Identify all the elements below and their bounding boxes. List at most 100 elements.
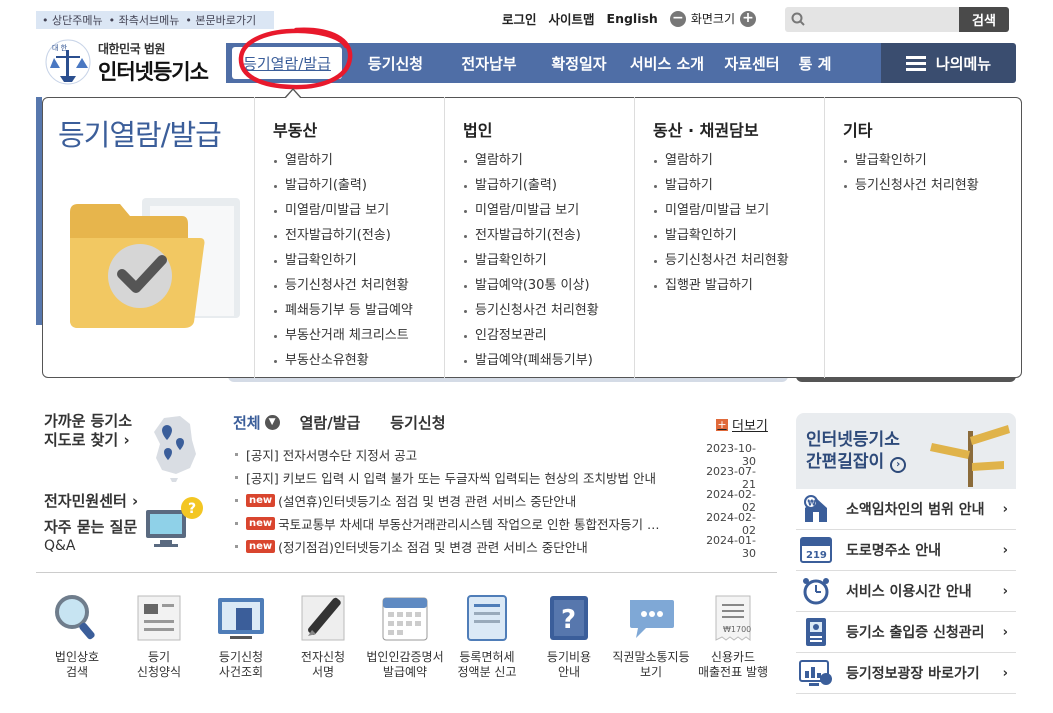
notice-row[interactable]: new 국토교통부 차세대 부동산거래관리시스템 작업으로 인한 통합전자등기 ……	[233, 511, 756, 537]
zoom-out-icon[interactable]: −	[669, 10, 686, 27]
notice-row[interactable]: new (설연휴)인터넷등기소 점검 및 변경 관련 서비스 중단안내 2024-0…	[233, 488, 756, 514]
menu-link[interactable]: 미열람/미발급 보기	[653, 201, 824, 226]
hamburger-icon	[905, 55, 926, 71]
menu-link[interactable]: 발급예약(30통 이상)	[463, 276, 634, 301]
highlight-circle	[238, 27, 353, 90]
quick-registry-forms[interactable]: 등기 신청양식	[118, 592, 200, 680]
right-link-service-hours[interactable]: 서비스 이용시간 안내 ›	[796, 571, 1016, 612]
menu-column-corporation: 법인 열람하기 발급하기(출력) 미열람/미발급 보기 전자발급하기(전송) 발…	[444, 97, 634, 378]
easy-guide-banner[interactable]: 인터넷등기소 간편길잡이 ›	[796, 413, 1016, 489]
chevron-right-icon: ›	[1002, 583, 1008, 599]
menu-link[interactable]: 전자발급하기(전송)	[273, 226, 444, 251]
svg-text:219: 219	[806, 550, 827, 561]
menu-link[interactable]: 전자발급하기(전송)	[463, 226, 634, 251]
menu-link[interactable]: 발급하기	[653, 176, 824, 201]
menu-link[interactable]: 폐쇄등기부 등 발급예약	[273, 301, 444, 326]
nav-item-service-intro[interactable]: 서비스 소개	[623, 43, 711, 83]
menu-link[interactable]: 미열람/미발급 보기	[463, 201, 634, 226]
menu-link[interactable]: 등기신청사건 처리현황	[273, 276, 444, 301]
right-link-small-tenant[interactable]: ₩ 소액임차인의 범위 안내 ›	[796, 489, 1016, 530]
quick-e-signature[interactable]: 전자신청 서명	[282, 592, 364, 680]
notice-list: [공지] 전자서명수단 지정서 공고 2023-10-30 [공지] 키보드 입력…	[233, 442, 756, 560]
nav-item-registry-apply[interactable]: 등기신청	[348, 43, 443, 83]
menu-link[interactable]: 등기신청사건 처리현황	[463, 301, 634, 326]
menu-link[interactable]: 등기신청사건 처리현황	[843, 176, 1020, 201]
chevron-right-icon: ›	[123, 431, 130, 449]
my-menu-button[interactable]: 나의메뉴	[881, 43, 1016, 83]
menu-column-etc: 기타 발급확인하기 등기신청사건 처리현황	[824, 97, 1020, 378]
notice-row[interactable]: [공지] 키보드 입력 시 입력 불가 또는 두글자씩 입력되는 현상의 조치방…	[233, 465, 756, 491]
notice-row[interactable]: new (정기점검)인터넷등기소 점검 및 변경 관련 서비스 중단안내 2024-…	[233, 534, 756, 560]
quick-corp-name-search[interactable]: 법인상호 검색	[36, 592, 118, 680]
quick-icon-row: 법인상호 검색 등기 신청양식 등기신청 사건조회 전자신청 서명 법인인감증명서 발급예…	[36, 592, 777, 680]
search-input[interactable]	[785, 7, 959, 32]
menu-link[interactable]: 부동산거래 체크리스트	[273, 326, 444, 351]
menu-heading-etc: 기타	[843, 121, 873, 140]
right-link-pass-request[interactable]: 등기소 출입증 신청관리 ›	[796, 612, 1016, 653]
search-box	[785, 7, 959, 32]
question-book-icon: ?	[550, 596, 588, 640]
menu-link[interactable]: 열람하기	[273, 151, 444, 176]
notice-tabs: 전체 ▼ 열람/발급 등기신청	[233, 412, 446, 433]
logo-court-text: 대한민국 법원	[98, 42, 165, 56]
tab-registry-apply[interactable]: 등기신청	[390, 412, 445, 433]
right-link-registry-plaza[interactable]: 등기정보광장 바로가기 ›	[796, 653, 1016, 694]
english-link[interactable]: English	[607, 11, 658, 26]
quick-registry-cost[interactable]: ? 등기비용 안내	[528, 592, 610, 680]
map-finder-link[interactable]: 가까운 등기소 지도로 찾기 ›	[44, 412, 132, 450]
menu-link[interactable]: 열람하기	[653, 151, 824, 176]
menu-link[interactable]: 집행관 발급하기	[653, 276, 824, 301]
sitemap-link[interactable]: 사이트맵	[549, 9, 595, 28]
menu-link[interactable]: 발급하기(출력)	[273, 176, 444, 201]
menu-link[interactable]: 등기신청사건 처리현황	[653, 251, 824, 276]
menu-link[interactable]: 발급확인하기	[463, 251, 634, 276]
nav-item-fixed-date[interactable]: 확정일자	[535, 43, 623, 83]
zoom-label: 화면크기	[690, 12, 735, 26]
menu-link[interactable]: 발급확인하기	[843, 151, 1020, 176]
form-icon	[137, 595, 181, 641]
skip-link-left-menu[interactable]: • 좌측서브메뉴	[109, 12, 180, 28]
right-link-road-address[interactable]: 219 도로명주소 안내 ›	[796, 530, 1016, 571]
civil-center-label: 전자민원센터	[44, 492, 127, 510]
quick-cancel-notice[interactable]: 직권말소통지등 보기	[610, 592, 692, 680]
plus-icon: +	[716, 417, 728, 431]
menu-column-real-estate: 부동산 열람하기 발급하기(출력) 미열람/미발급 보기 전자발급하기(전송) …	[254, 97, 444, 378]
svg-text:대 한: 대 한	[52, 44, 68, 52]
more-link[interactable]: + 더보기	[716, 415, 768, 434]
nav-item-data-center[interactable]: 자료센터	[711, 43, 793, 83]
tab-view-issue[interactable]: 열람/발급	[300, 412, 361, 433]
chevron-right-icon: ›	[1002, 501, 1008, 517]
menu-link[interactable]: 발급확인하기	[273, 251, 444, 276]
menu-link[interactable]: 인감정보관리	[463, 326, 634, 351]
menu-link[interactable]: 발급확인하기	[653, 226, 824, 251]
document-icon	[467, 595, 507, 641]
quick-seal-reservation[interactable]: 법인인감증명서 발급예약	[364, 592, 446, 680]
menu-link[interactable]: 부동산소유현황	[273, 351, 444, 376]
search-button[interactable]: 검색	[959, 7, 1009, 32]
alarm-clock-icon	[796, 573, 836, 609]
receipt-icon: ₩1700	[715, 595, 751, 641]
faq-link[interactable]: 자주 묻는 질문 Q&A	[44, 518, 137, 556]
signpost-icon	[930, 425, 1010, 487]
menu-heading-corporation: 법인	[463, 121, 493, 140]
quick-license-tax[interactable]: 등록면허세 정액분 신고	[446, 592, 528, 680]
chevron-right-icon: ›	[132, 492, 139, 510]
nav-item-statistics[interactable]: 통 계	[793, 43, 837, 83]
menu-link[interactable]: 열람하기	[463, 151, 634, 176]
notice-row[interactable]: [공지] 전자서명수단 지정서 공고 2023-10-30	[233, 442, 756, 468]
login-link[interactable]: 로그인	[502, 9, 537, 28]
tab-all[interactable]: 전체 ▼	[233, 412, 280, 433]
quick-case-inquiry[interactable]: 등기신청 사건조회	[200, 592, 282, 680]
nav-item-e-payment[interactable]: 전자납부	[443, 43, 535, 83]
menu-link[interactable]: 발급하기(출력)	[463, 176, 634, 201]
quick-card-receipt[interactable]: ₩1700 신용카드 매출전표 발행	[692, 592, 774, 680]
site-logo[interactable]: 대 한 대한민국 법원 인터넷등기소	[42, 36, 212, 88]
svg-text:?: ?	[188, 501, 196, 517]
menu-link[interactable]: 발급예약(폐쇄등기부)	[463, 351, 634, 376]
zoom-in-icon[interactable]: +	[740, 10, 756, 27]
civil-center-link[interactable]: 전자민원센터 ›	[44, 492, 138, 511]
menu-link[interactable]: 미열람/미발급 보기	[273, 201, 444, 226]
skip-link-top-menu[interactable]: • 상단주메뉴	[42, 12, 103, 28]
menu-heading-movables: 동산 · 채권담보	[653, 121, 759, 140]
svg-text:?: ?	[561, 605, 576, 635]
